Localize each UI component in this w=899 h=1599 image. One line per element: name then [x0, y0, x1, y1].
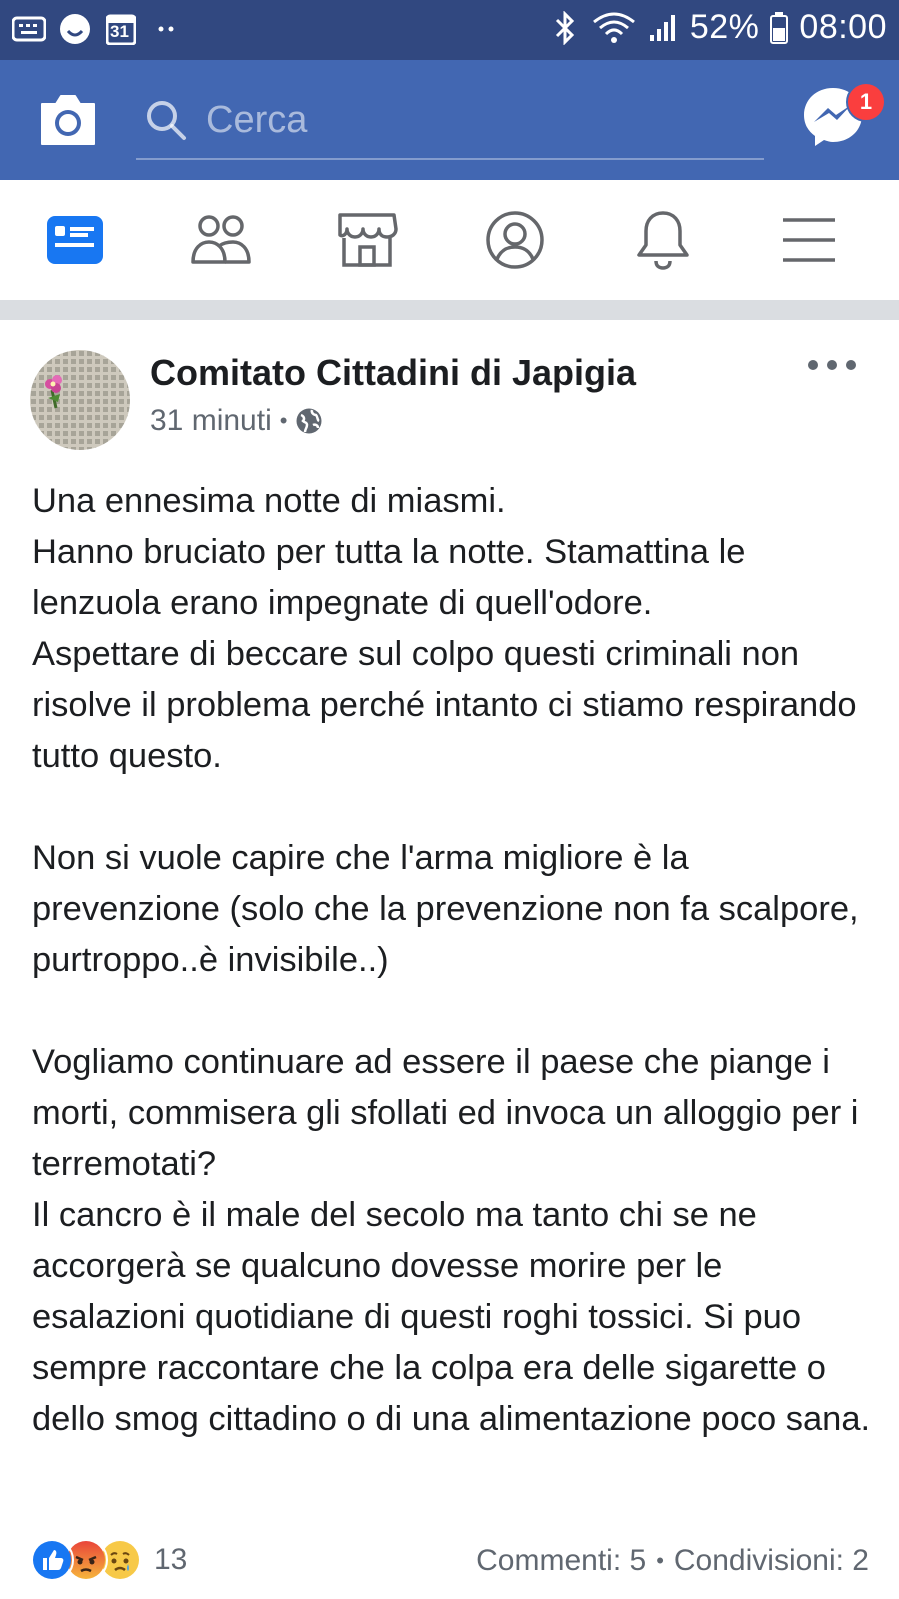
marketplace-icon: [338, 213, 398, 267]
smiley-icon: [58, 12, 92, 46]
post-paragraph: Non si vuole capire che l'arma migliore …: [32, 839, 859, 979]
more-dot: [827, 360, 837, 370]
messenger-badge: 1: [846, 82, 886, 122]
hamburger-menu-icon: [783, 218, 835, 262]
status-bar: 31 52% 08:00: [0, 0, 899, 60]
reactions-summary[interactable]: 13: [30, 1538, 187, 1582]
tab-notifications[interactable]: [630, 208, 696, 272]
shares-count[interactable]: Condivisioni: 2: [674, 1544, 869, 1578]
wifi-icon: [592, 11, 636, 45]
search-bar[interactable]: [136, 82, 764, 160]
bluetooth-icon: [548, 10, 582, 45]
battery-icon: [769, 11, 789, 45]
tab-profile[interactable]: [482, 208, 548, 272]
engagement-separator: •: [656, 1548, 664, 1573]
calendar-icon: 31: [104, 12, 138, 46]
camera-button[interactable]: [36, 88, 100, 152]
app-header: 1: [0, 60, 899, 180]
friends-icon: [191, 215, 251, 264]
status-right: 52% 08:00: [548, 8, 887, 47]
search-input[interactable]: [204, 97, 748, 143]
post-meta: 31 minuti •: [150, 404, 323, 438]
post-time[interactable]: 31 minuti: [150, 404, 272, 438]
post-body: Una ennesima notte di miasmi. Hanno bruc…: [32, 476, 882, 1445]
engagement-counts: Commenti: 5 • Condivisioni: 2: [476, 1544, 869, 1578]
more-notifications-icon: [150, 12, 184, 46]
news-feed-icon: [47, 216, 103, 264]
reaction-count: 13: [154, 1543, 188, 1576]
post-paragraph: Vogliamo continuare ad essere il paese c…: [32, 1043, 871, 1438]
comments-count[interactable]: Commenti: 5: [476, 1544, 646, 1578]
tab-menu[interactable]: [776, 208, 842, 272]
tab-bar: [0, 180, 899, 300]
more-dot: [808, 360, 818, 370]
page-name[interactable]: Comitato Cittadini di Japigia: [150, 352, 636, 394]
post-paragraph: Una ennesima notte di miasmi. Hanno bruc…: [32, 482, 857, 775]
profile-icon: [486, 211, 544, 269]
tab-marketplace[interactable]: [334, 208, 400, 272]
search-icon: [147, 101, 186, 140]
signal-icon: [646, 11, 680, 45]
more-dot: [846, 360, 856, 370]
clock: 08:00: [799, 8, 887, 46]
post-footer: 13 Commenti: 5 • Condivisioni: 2: [0, 1532, 899, 1592]
meta-separator: •: [279, 408, 288, 433]
post-options-button[interactable]: [808, 350, 856, 380]
globe-icon: [296, 408, 322, 434]
page-avatar[interactable]: [30, 350, 130, 450]
camera-icon: [41, 95, 95, 145]
bell-icon: [637, 211, 689, 270]
feed-divider: [0, 300, 899, 320]
status-left-icons: 31: [12, 12, 184, 46]
keyboard-icon: [12, 12, 46, 46]
battery-percent: 52%: [689, 8, 760, 46]
feed-post: Comitato Cittadini di Japigia 31 minuti …: [0, 320, 899, 1599]
tab-friends[interactable]: [188, 208, 254, 272]
tab-news-feed[interactable]: [42, 208, 108, 272]
like-reaction-icon: [30, 1538, 74, 1582]
calendar-day: 31: [110, 22, 129, 41]
